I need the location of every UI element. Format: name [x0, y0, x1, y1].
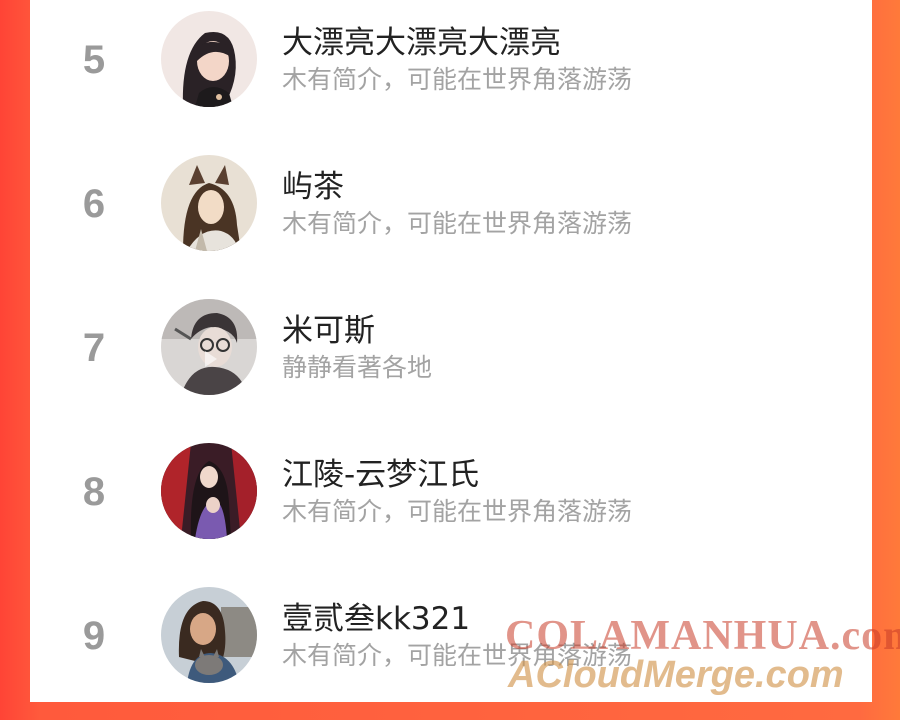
list-item[interactable]: 7 米可斯 静静看著各地: [30, 288, 872, 432]
avatar-anime-fox-icon[interactable]: [161, 155, 257, 251]
user-bio: 木有简介，可能在世界角落游荡: [282, 209, 633, 238]
rank-number: 8: [82, 470, 106, 514]
avatar-anime-pair-icon[interactable]: [161, 443, 257, 539]
user-name[interactable]: 江陵-云梦江氏: [282, 449, 479, 494]
user-name[interactable]: 壹贰叁kk321: [282, 593, 470, 638]
watermark-acloudmerge: ACloudMerge.com: [508, 654, 844, 696]
avatar-woman-cat-icon[interactable]: [161, 587, 257, 683]
user-name[interactable]: 大漂亮大漂亮大漂亮: [282, 17, 561, 62]
user-name[interactable]: 屿茶: [282, 161, 344, 206]
avatar-girl-icon[interactable]: [161, 11, 257, 107]
rank-number: 7: [82, 326, 106, 370]
list-item[interactable]: 8 江陵-云梦江氏 木有简介，可能在世界角落游荡: [30, 432, 872, 576]
user-name[interactable]: 米可斯: [282, 305, 375, 350]
user-bio: 木有简介，可能在世界角落游荡: [282, 497, 633, 526]
user-bio: 木有简介，可能在世界角落游荡: [282, 65, 633, 94]
avatar-glasses-boy-icon[interactable]: [161, 299, 257, 395]
user-bio: 静静看著各地: [282, 353, 433, 382]
rank-number: 9: [82, 614, 106, 658]
watermark-colamanhua: COLAMANHUA.com: [505, 613, 900, 659]
list-item[interactable]: 6 屿茶 木有简介，可能在世界角落游荡: [30, 144, 872, 288]
ranking-card: 5 大漂亮大漂亮大漂亮 木有简介，可能在世界角落游荡 6 屿茶 木有简介，可能在…: [30, 0, 872, 702]
rank-number: 5: [82, 38, 106, 82]
list-item[interactable]: 5 大漂亮大漂亮大漂亮 木有简介，可能在世界角落游荡: [30, 0, 872, 144]
rank-number: 6: [82, 182, 106, 226]
